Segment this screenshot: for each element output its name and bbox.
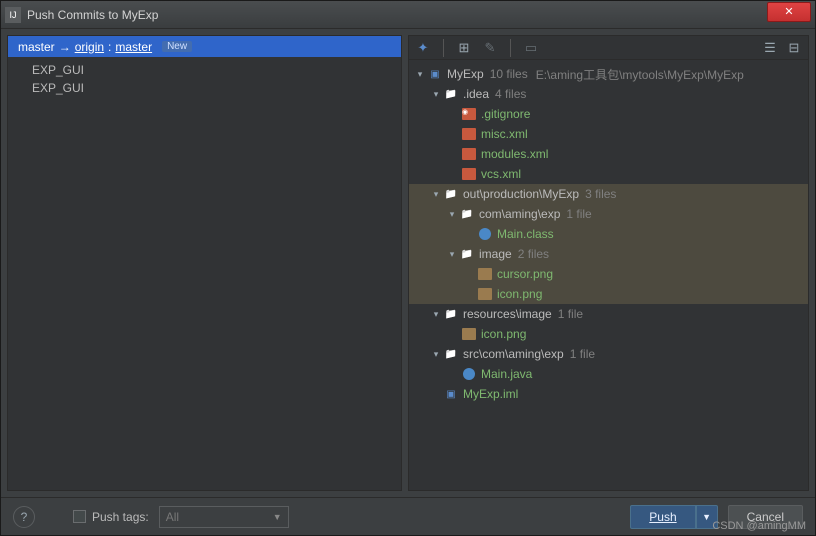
expand-icon[interactable]: ⊞ [456,40,472,56]
push-tags-label: Push tags: [92,510,149,524]
commit-item[interactable]: EXP_GUI [8,61,401,79]
tree-file[interactable]: cursor.png [409,264,808,284]
tree-file[interactable]: modules.xml [409,144,808,164]
branch-row[interactable]: master → origin : master New [8,36,401,57]
file-tree[interactable]: ▾▣MyExp10 filesE:\aming工具包\mytools\MyExp… [409,60,808,490]
diff-icon[interactable]: ▭ [523,40,539,56]
watermark: CSDN @amingMM [712,520,806,532]
tree-folder[interactable]: ▾com\aming\exp1 file [409,204,808,224]
window-title: Push Commits to MyExp [27,8,767,22]
edit-icon[interactable]: ✎ [482,40,498,56]
tree-file[interactable]: icon.png [409,324,808,344]
help-button[interactable]: ? [13,506,35,528]
tree-file[interactable]: Main.java [409,364,808,384]
branch-sep: : [108,40,111,54]
local-branch: master [18,40,55,54]
tree-file[interactable]: misc.xml [409,124,808,144]
files-panel: ✦ ⊞ ✎ ▭ ☰ ⊟ ▾▣MyExp10 filesE:\aming工具包\m… [408,35,809,491]
tree-root[interactable]: ▾▣MyExp10 filesE:\aming工具包\mytools\MyExp… [409,64,808,84]
tree-folder[interactable]: ▾resources\image1 file [409,304,808,324]
chevron-down-icon: ▼ [273,512,282,522]
new-badge: New [162,41,192,52]
remote-branch[interactable]: master [115,40,152,54]
app-icon: IJ [5,7,21,23]
commit-item[interactable]: EXP_GUI [8,79,401,97]
dialog-footer: ? Push tags: All ▼ Push ▼ Cancel [1,497,815,535]
files-toolbar: ✦ ⊞ ✎ ▭ ☰ ⊟ [409,36,808,60]
commit-list: EXP_GUI EXP_GUI [8,57,401,101]
group-icon[interactable]: ☰ [762,40,778,56]
tree-file[interactable]: ▣MyExp.iml [409,384,808,404]
tree-file[interactable]: icon.png [409,284,808,304]
arrow: → [59,40,71,54]
push-button-group: Push ▼ [630,505,717,529]
titlebar: IJ Push Commits to MyExp ✕ [1,1,815,29]
tree-file[interactable]: vcs.xml [409,164,808,184]
remote-name[interactable]: origin [75,40,104,54]
close-button[interactable]: ✕ [767,2,811,22]
tree-folder[interactable]: ▾out\production\MyExp3 files [409,184,808,204]
push-button[interactable]: Push [630,505,695,529]
tree-file[interactable]: Main.class [409,224,808,244]
tree-file[interactable]: ◉.gitignore [409,104,808,124]
tree-folder[interactable]: ▾src\com\aming\exp1 file [409,344,808,364]
tree-folder[interactable]: ▾.idea4 files [409,84,808,104]
pin-icon[interactable]: ✦ [415,40,431,56]
checkbox-icon[interactable] [73,510,86,523]
push-tags-combo[interactable]: All ▼ [159,506,289,528]
collapse-icon[interactable]: ⊟ [786,40,802,56]
combo-value: All [166,510,179,524]
push-tags-checkbox[interactable]: Push tags: [73,510,149,524]
commits-panel: master → origin : master New EXP_GUI EXP… [7,35,402,491]
tree-folder[interactable]: ▾image2 files [409,244,808,264]
